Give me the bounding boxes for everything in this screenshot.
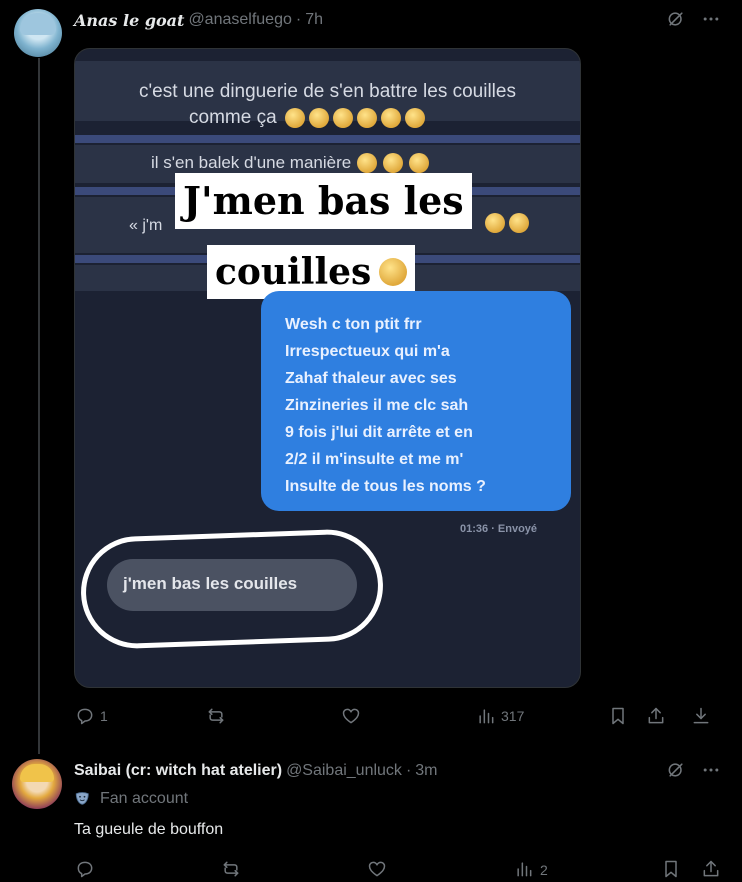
theater-masks-icon [74, 790, 92, 808]
image-text-line1: c'est une dinguerie de s'en battre les c… [139, 81, 516, 102]
emoji-icon [357, 153, 378, 173]
reply-icon[interactable] [74, 705, 96, 727]
avatar-hair-shape [20, 13, 56, 35]
download-icon[interactable] [690, 705, 712, 727]
reply-header: Saibai (cr: witch hat atelier) @Saibai_u… [74, 761, 438, 781]
highlight-circle [79, 527, 385, 651]
sent-message-bubble: Wesh c ton ptit frr Irrespectueux qui m'… [261, 291, 571, 511]
share-icon[interactable] [645, 705, 667, 727]
more-options-icon[interactable] [700, 8, 722, 30]
tweet-header: Anas le goat @anaselfuego · 7h [74, 10, 323, 30]
grok-icon[interactable] [665, 759, 687, 781]
caption-label-bottom: couilles [215, 251, 372, 293]
image-stripe [75, 135, 580, 143]
avatar[interactable] [12, 759, 62, 809]
separator-dot: · [295, 11, 302, 28]
bookmark-icon[interactable] [607, 705, 629, 727]
emoji-icon [485, 213, 505, 233]
emoji-icon [308, 108, 329, 128]
image-text-line4: « j'm [129, 217, 163, 234]
image-text-line2: comme ça [189, 107, 277, 128]
emoji-row [485, 213, 529, 233]
emoji-icon [356, 108, 377, 128]
like-heart-icon[interactable] [366, 858, 388, 880]
avatar-hair-shape [20, 764, 54, 782]
tweet-timestamp[interactable]: 7h [305, 11, 323, 29]
crying-emoji-icon [379, 258, 408, 286]
fan-account-badge[interactable]: Fan account [74, 790, 188, 808]
author-handle[interactable]: @anaselfuego [188, 11, 291, 29]
reply-icon[interactable] [74, 858, 96, 880]
like-heart-icon[interactable] [340, 705, 362, 727]
image-text-line3-row: il s'en balek d'une manière [151, 153, 430, 173]
emoji-row [284, 108, 425, 128]
tweet-media-image[interactable]: c'est une dinguerie de s'en battre les c… [74, 48, 581, 688]
emoji-icon [284, 108, 305, 128]
fan-account-label: Fan account [100, 790, 189, 807]
emoji-icon [409, 153, 430, 173]
views-chart-icon[interactable] [475, 705, 497, 727]
author-name[interactable]: Anas le goat [74, 11, 184, 30]
more-options-icon[interactable] [700, 759, 722, 781]
separator-dot: · [405, 762, 412, 779]
reply-timestamp[interactable]: 3m [415, 762, 437, 780]
image-text-line2-row: comme ça [189, 107, 425, 129]
avatar[interactable] [14, 9, 62, 57]
bookmark-icon[interactable] [660, 858, 682, 880]
retweet-icon[interactable] [220, 858, 242, 880]
emoji-icon [404, 108, 425, 128]
views-chart-icon[interactable] [513, 858, 535, 880]
views-count: 2 [540, 862, 548, 878]
share-icon[interactable] [700, 858, 722, 880]
reply-text: Ta gueule de bouffon [74, 821, 224, 838]
reply-count: 1 [100, 708, 108, 724]
sent-status: 01:36 · Envoyé [460, 523, 538, 535]
image-text-line3: il s'en balek d'une manière [151, 153, 352, 172]
grok-icon[interactable] [665, 8, 687, 30]
retweet-icon[interactable] [205, 705, 227, 727]
views-count: 317 [501, 708, 525, 724]
emoji-icon [383, 153, 404, 173]
reply-author-name[interactable]: Saibai (cr: witch hat atelier) [74, 762, 282, 780]
caption-label-top: J'men bas les [175, 173, 472, 229]
sent-message-text: Wesh c ton ptit frr Irrespectueux qui m'… [285, 316, 486, 495]
emoji-icon [332, 108, 353, 128]
thread-connector-line [38, 58, 40, 754]
emoji-icon [509, 213, 529, 233]
reply-author-handle[interactable]: @Saibai_unluck [286, 762, 402, 780]
emoji-icon [380, 108, 401, 128]
